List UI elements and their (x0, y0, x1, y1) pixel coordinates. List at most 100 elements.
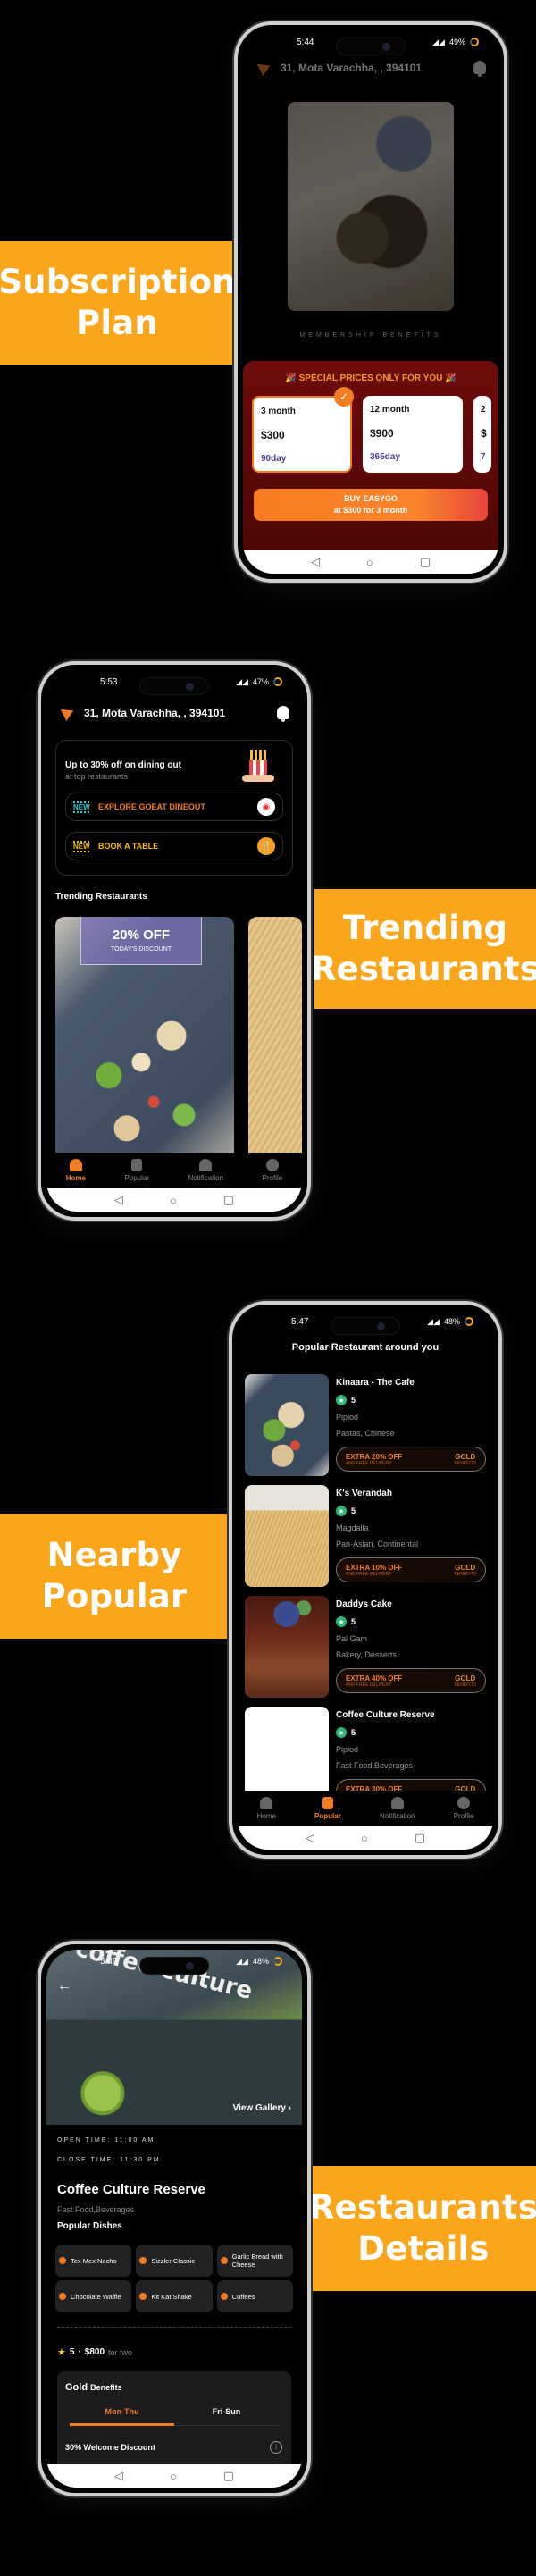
gold-subtext: BENEFITS (454, 1460, 476, 1466)
bell-icon[interactable] (277, 706, 289, 722)
dish-chip[interactable]: Coffees (216, 2280, 293, 2312)
tab-label: Popular (124, 1174, 150, 1182)
restaurant-list-item[interactable]: Daddys Cake ★ 5 Pal Gam Bakery, Desserts … (245, 1596, 486, 1701)
banner-line: Trending (342, 909, 508, 947)
dish-name: Kit Kat Shake (151, 2292, 192, 2301)
back-nav-icon[interactable]: ◁ (114, 1193, 123, 1207)
recents-nav-icon[interactable]: ▢ (415, 1831, 425, 1845)
popular-icon (322, 1797, 333, 1809)
dish-name: Chocolate Waffle (71, 2292, 121, 2301)
home-nav-icon[interactable]: ○ (361, 1832, 368, 1845)
back-nav-icon[interactable]: ◁ (114, 2469, 123, 2483)
location-bar[interactable]: 31, Mota Varachha, , 394101 (46, 704, 302, 722)
tab-home[interactable]: Home (257, 1797, 276, 1820)
tab-notification[interactable]: Notification (188, 1159, 223, 1182)
plan-name: 2 (481, 405, 486, 415)
discount-tag: 20% OFF TODAY'S DISCOUNT (80, 917, 202, 965)
recents-nav-icon[interactable]: ▢ (223, 1193, 234, 1207)
restaurant-list-item[interactable]: K's Verandah ★ 5 Magdalla Pan-Asian, Cont… (245, 1485, 486, 1590)
back-nav-icon[interactable]: ◁ (311, 555, 320, 569)
tab-label: Notification (188, 1174, 224, 1182)
tab-profile[interactable]: Profile (454, 1797, 473, 1820)
battery-icon (273, 677, 282, 686)
home-nav-icon[interactable]: ○ (170, 1194, 177, 1207)
benefit-row: 30% Welcome Discount (65, 2443, 155, 2452)
plan-list: ✓ 3 month $300 90day 12 month $900 365da… (243, 387, 498, 473)
view-gallery-link[interactable]: View Gallery › (233, 2103, 291, 2113)
restaurant-cuisine: Bakery, Desserts (336, 1650, 397, 1659)
restaurant-cuisine: Pastas, Chinese (336, 1429, 395, 1438)
plan-days: 90day (261, 454, 287, 464)
info-icon[interactable]: i (270, 2441, 282, 2454)
bell-icon[interactable] (473, 61, 486, 77)
tab-popular[interactable]: Popular (124, 1159, 149, 1182)
banner-nearby-popular: Nearby Popular (0, 1514, 229, 1639)
gold-day-tabs: Mon-Thu Fri-Sun (70, 2407, 279, 2426)
restaurant-location: Pal Gam (336, 1634, 368, 1643)
restaurant-name: K's Verandah (336, 1489, 392, 1498)
location-bar[interactable]: 31, Mota Varachha, , 394101 (243, 59, 498, 77)
gold-text: GOLD (455, 1452, 476, 1461)
trending-restaurant-card[interactable]: 20% OFF TODAY'S DISCOUNT (55, 917, 234, 1181)
tab-notification[interactable]: Notification (380, 1797, 415, 1820)
rating-value: 5 (351, 1506, 356, 1515)
buy-easygo-button[interactable]: BUY EASYGO at $300 for 3 month (254, 489, 488, 521)
tab-popular[interactable]: Popular (314, 1797, 341, 1820)
plan-days: 365day (370, 452, 400, 462)
camera-notch (331, 1317, 400, 1335)
dineout-logo-icon: ◉ (257, 798, 275, 816)
signal-icon: ◢◢ (236, 676, 248, 686)
tab-mon-thu[interactable]: Mon-Thu (70, 2407, 174, 2426)
plan-card-12-month[interactable]: 12 month $900 365day (363, 396, 463, 473)
signal-icon: ◢◢ (427, 1316, 440, 1326)
recents-nav-icon[interactable]: ▢ (420, 555, 431, 569)
gold-title-rest: Benefits (90, 2383, 122, 2392)
system-nav-bar: ◁ ○ ▢ (243, 550, 498, 574)
dish-name: Tex Mex Nacho (71, 2256, 117, 2265)
home-nav-icon[interactable]: ○ (366, 556, 373, 569)
tab-fri-sun[interactable]: Fri-Sun (174, 2407, 279, 2426)
star-icon: ★ (336, 1727, 347, 1738)
plan-card-partial[interactable]: 2 $ 7 (473, 396, 491, 473)
phone-restaurant-details: coffee culture 5:49 ◢◢ 48% ← View Gallery… (38, 1941, 311, 2496)
book-table-button[interactable]: NEW BOOK A TABLE 🍴 (65, 832, 283, 860)
tab-profile[interactable]: Profile (262, 1159, 283, 1182)
offer-text: EXTRA 40% OFF (346, 1674, 403, 1682)
page-title: Popular Restaurant around you (291, 1342, 440, 1353)
dish-chip[interactable]: Garlic Bread with Cheese (216, 2245, 293, 2277)
dish-chip[interactable]: Chocolate Waffle (55, 2280, 132, 2312)
back-arrow-icon[interactable]: ← (57, 1978, 71, 1994)
rating-value: 5 (351, 1728, 356, 1737)
section-title: Popular Dishes (57, 2221, 122, 2231)
restaurant-image (245, 1485, 329, 1587)
plan-card-3-month[interactable]: ✓ 3 month $300 90day (252, 387, 354, 473)
plan-price: $300 (261, 429, 285, 441)
badge-check-icon (139, 2257, 147, 2264)
dish-chip[interactable]: Kit Kat Shake (136, 2280, 213, 2312)
buy-button-sublabel: at $300 for 3 month (333, 506, 408, 515)
restaurant-name: Kinaara - The Cafe (336, 1378, 415, 1388)
dish-chip[interactable]: Sizzler Classic (136, 2245, 213, 2277)
rating-value: 5 (351, 1617, 356, 1626)
back-nav-icon[interactable]: ◁ (306, 1831, 314, 1845)
gold-text: GOLD (455, 1674, 476, 1682)
status-time: 5:49 (100, 1956, 118, 1967)
star-icon: ★ (57, 2347, 66, 2358)
dish-chip[interactable]: Tex Mex Nacho (55, 2245, 132, 2277)
rating-value: 5 (69, 2347, 75, 2357)
button-label: BOOK A TABLE (98, 842, 159, 851)
restaurant-list-item[interactable]: Kinaara - The Cafe ★ 5 Piplod Pastas, Chi… (245, 1374, 486, 1480)
tab-label: Profile (262, 1174, 283, 1182)
tab-home[interactable]: Home (66, 1159, 86, 1182)
rating-value: 5 (351, 1396, 356, 1405)
tab-label: Popular (314, 1812, 341, 1820)
gold-benefits-title: Gold Benefits (65, 2382, 122, 2393)
gold-title-bold: Gold (65, 2382, 88, 2393)
explore-dineout-button[interactable]: NEW EXPLORE GOEAT DINEOUT ◉ (65, 793, 283, 821)
recents-nav-icon[interactable]: ▢ (223, 2469, 234, 2483)
camera-notch (139, 1957, 209, 1975)
section-title: Trending Restaurants (55, 892, 147, 902)
offer-text: EXTRA 10% OFF (346, 1563, 403, 1572)
trending-restaurant-card[interactable] (248, 917, 302, 1181)
home-nav-icon[interactable]: ○ (170, 2470, 177, 2483)
